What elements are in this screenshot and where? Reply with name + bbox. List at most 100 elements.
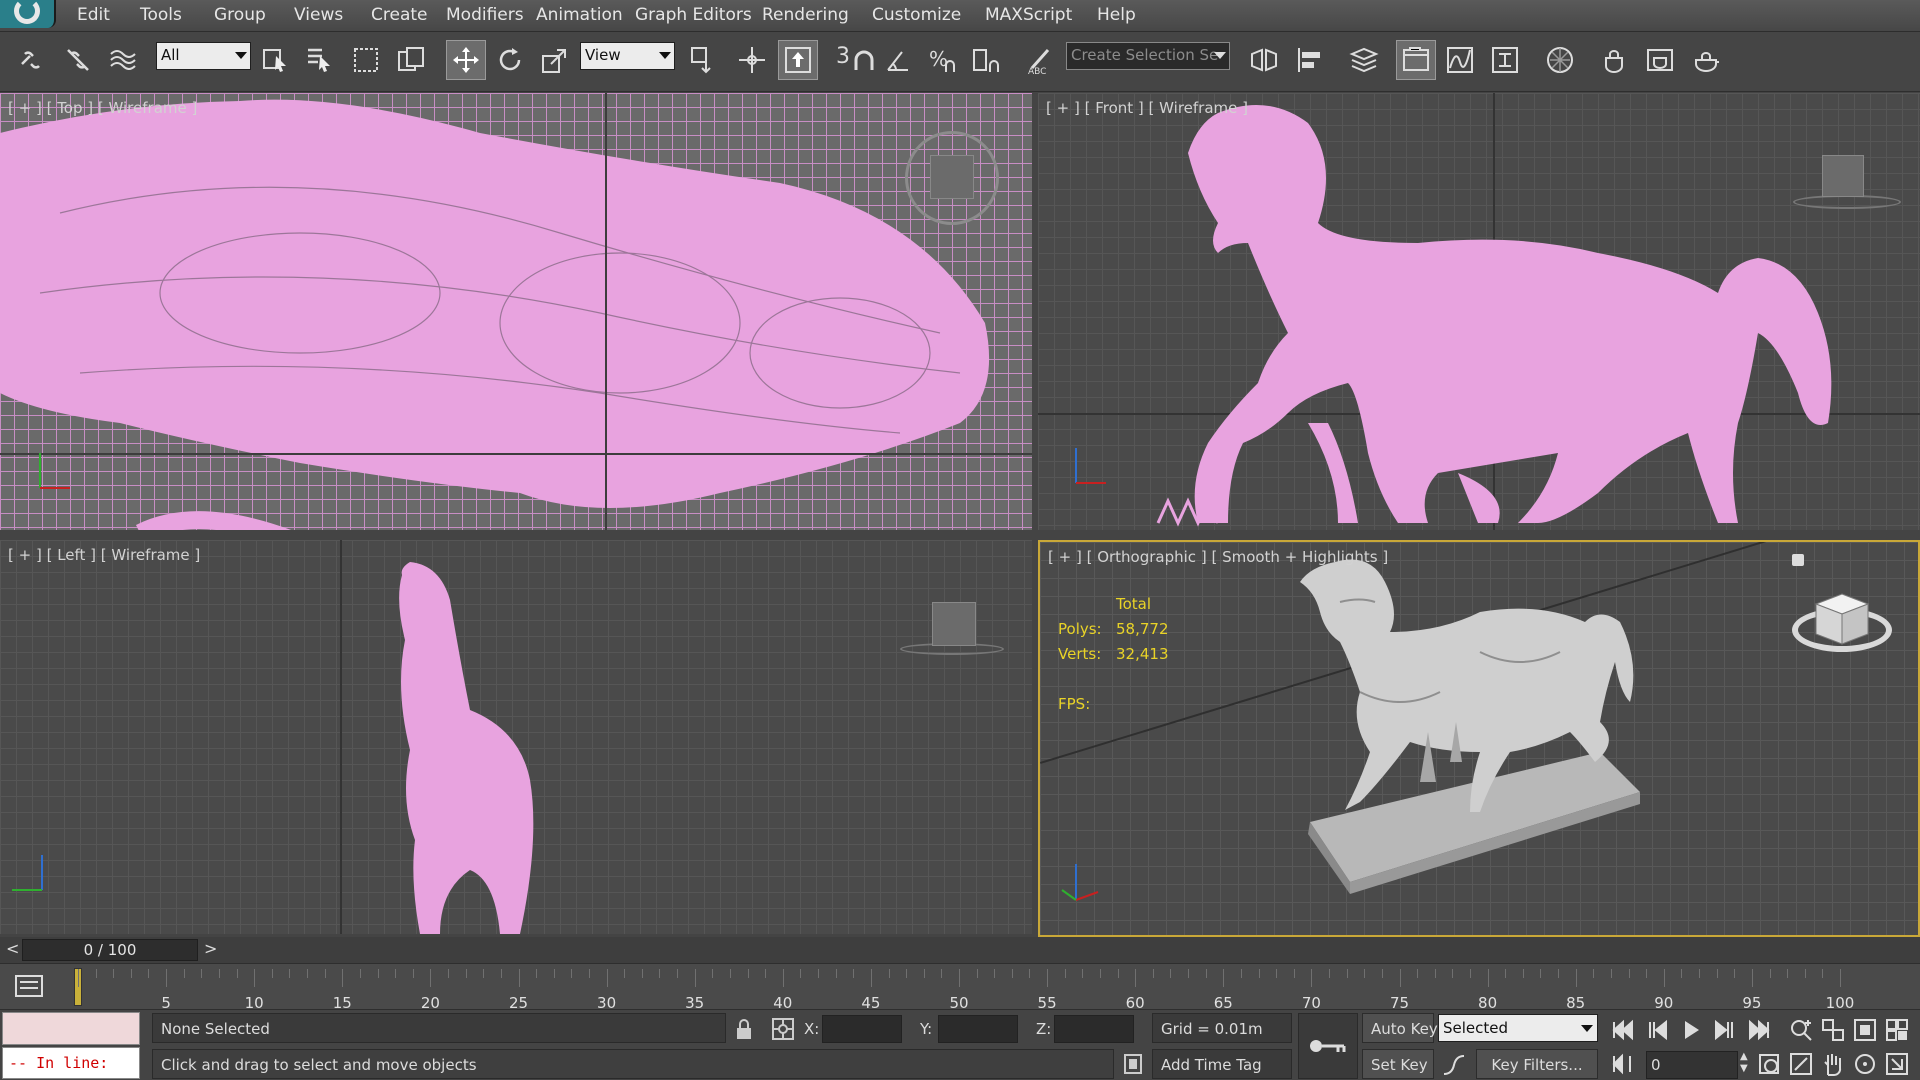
bind-space-warp-icon[interactable] xyxy=(103,40,143,80)
set-key-big-button[interactable] xyxy=(1298,1013,1358,1079)
timeline-tick-mark xyxy=(113,969,115,978)
menu-edit[interactable]: Edit xyxy=(77,5,110,25)
viewcube-front[interactable] xyxy=(1822,155,1864,197)
mini-curve-editor-icon[interactable] xyxy=(12,972,46,1002)
edit-named-selection-icon[interactable]: ABC xyxy=(1020,40,1060,80)
angle-snap-icon[interactable] xyxy=(878,40,918,80)
align-icon[interactable] xyxy=(1290,40,1330,80)
mirror-icon[interactable] xyxy=(1244,40,1284,80)
time-slider-thumb[interactable]: 0 / 100 xyxy=(22,939,198,961)
viewport-left[interactable]: [ + ] [ Left ] [ Wireframe ] xyxy=(0,540,1032,934)
y-coord-input[interactable] xyxy=(938,1015,1018,1043)
menu-rendering[interactable]: Rendering xyxy=(762,5,849,25)
scale-icon[interactable] xyxy=(535,40,575,80)
viewport-top-label[interactable]: [ + ] [ Top ] [ Wireframe ] xyxy=(8,99,197,117)
time-slider-next[interactable]: > xyxy=(204,939,217,958)
rotate-icon[interactable] xyxy=(490,40,530,80)
spinner-snap-icon[interactable] xyxy=(966,40,1006,80)
menu-create[interactable]: Create xyxy=(371,5,428,25)
curve-editor-icon[interactable] xyxy=(1440,40,1480,80)
key-mode-dropdown[interactable]: Selected xyxy=(1438,1014,1598,1042)
viewport-orthographic[interactable]: [ + ] [ Orthographic ] [ Smooth + Highli… xyxy=(1038,540,1920,937)
named-selection-dropdown[interactable]: Create Selection Se xyxy=(1066,42,1230,70)
menu-views[interactable]: Views xyxy=(294,5,343,25)
zoom-extents-icon[interactable] xyxy=(1850,1015,1880,1045)
pan-view-icon[interactable] xyxy=(1818,1049,1848,1079)
rect-region-icon[interactable] xyxy=(346,40,386,80)
track-bar[interactable]: 5 10 15 20 25 30 35 40 45 50 55 60 65 70 75 80 85 90 95 100 xyxy=(0,963,1920,1012)
select-object-icon[interactable] xyxy=(256,40,296,80)
go-to-end-icon[interactable] xyxy=(1744,1015,1774,1045)
window-crossing-icon[interactable] xyxy=(391,40,431,80)
go-to-start-icon[interactable] xyxy=(1608,1015,1638,1045)
menu-help[interactable]: Help xyxy=(1097,5,1136,25)
menu-customize[interactable]: Customize xyxy=(872,5,961,25)
frame-spinner-icon[interactable]: ▲ ▼ xyxy=(1740,1051,1752,1079)
menu-animation[interactable]: Animation xyxy=(536,5,623,25)
material-editor-icon[interactable] xyxy=(1540,40,1580,80)
manipulate-icon[interactable] xyxy=(732,40,772,80)
default-in-out-tangents-icon[interactable] xyxy=(1440,1052,1468,1078)
viewport-top[interactable]: [ + ] [ Top ] [ Wireframe ] xyxy=(0,93,1032,530)
lock-selection-icon[interactable] xyxy=(734,1018,754,1040)
set-key-button[interactable]: Set Key xyxy=(1362,1049,1434,1079)
time-slider[interactable]: < 0 / 100 > xyxy=(0,937,1920,963)
key-filters-button[interactable]: Key Filters... xyxy=(1476,1049,1598,1079)
viewport-front[interactable]: [ + ] [ Front ] [ Wireframe ] xyxy=(1038,93,1920,530)
auto-key-button[interactable]: Auto Key xyxy=(1362,1013,1438,1043)
add-time-tag-button[interactable]: Add Time Tag xyxy=(1152,1049,1292,1079)
zoom-extents-all-icon[interactable] xyxy=(1882,1015,1912,1045)
maxscript-input[interactable]: -- In line: xyxy=(2,1047,140,1079)
viewport-left-label[interactable]: [ + ] [ Left ] [ Wireframe ] xyxy=(8,546,200,564)
move-icon[interactable] xyxy=(446,40,486,80)
play-icon[interactable] xyxy=(1676,1015,1706,1045)
viewcube-orthographic[interactable] xyxy=(1812,592,1872,648)
menu-graph-editors[interactable]: Graph Editors xyxy=(635,5,752,25)
pivot-icon[interactable] xyxy=(682,40,722,80)
rendered-frame-window-icon[interactable] xyxy=(1640,40,1680,80)
z-coord-input[interactable] xyxy=(1054,1015,1134,1043)
viewport-front-label[interactable]: [ + ] [ Front ] [ Wireframe ] xyxy=(1046,99,1248,117)
viewcube-ring[interactable] xyxy=(1793,195,1901,209)
previous-frame-icon[interactable] xyxy=(1642,1015,1672,1045)
zoom-icon[interactable] xyxy=(1786,1015,1816,1045)
zoom-all-icon[interactable] xyxy=(1818,1015,1848,1045)
menu-modifiers[interactable]: Modifiers xyxy=(446,5,524,25)
select-by-name-icon[interactable] xyxy=(300,40,340,80)
viewcube-left[interactable] xyxy=(932,602,976,646)
absolute-mode-icon[interactable] xyxy=(770,1016,796,1042)
x-coord-input[interactable] xyxy=(822,1015,902,1043)
timeline-tick-mark xyxy=(729,969,731,978)
menu-maxscript[interactable]: MAXScript xyxy=(985,5,1072,25)
next-frame-icon[interactable] xyxy=(1710,1015,1740,1045)
percent-snap-icon[interactable]: % xyxy=(922,40,962,80)
timeline-tick-mark xyxy=(1593,969,1595,978)
home-icon[interactable] xyxy=(1792,554,1804,566)
scene-explorer-icon[interactable] xyxy=(1396,40,1436,80)
app-logo-button[interactable] xyxy=(0,0,56,28)
menu-tools[interactable]: Tools xyxy=(140,5,182,25)
unlink-icon[interactable] xyxy=(58,40,98,80)
link-icon[interactable] xyxy=(12,40,52,80)
keyboard-shortcut-icon[interactable] xyxy=(778,40,818,80)
time-tag-icon[interactable] xyxy=(1122,1052,1144,1076)
key-mode-toggle-icon[interactable] xyxy=(1608,1049,1638,1079)
maximize-viewport-icon[interactable] xyxy=(1882,1049,1912,1079)
current-frame-input[interactable]: 0 xyxy=(1646,1051,1738,1079)
layer-explorer-icon[interactable] xyxy=(1344,40,1384,80)
timeline-tick-mark xyxy=(148,969,150,978)
time-slider-prev[interactable]: < xyxy=(6,939,19,958)
render-setup-icon[interactable] xyxy=(1594,40,1634,80)
viewport-ortho-label[interactable]: [ + ] [ Orthographic ] [ Smooth + Highli… xyxy=(1048,548,1388,566)
selection-filter-dropdown[interactable]: All xyxy=(156,42,251,70)
timeline-tick-mark xyxy=(1399,969,1401,987)
reference-coord-dropdown[interactable]: View xyxy=(580,42,675,70)
viewcube-top[interactable] xyxy=(930,155,974,199)
field-of-view-icon[interactable] xyxy=(1786,1049,1816,1079)
maxscript-listener-mini[interactable] xyxy=(2,1012,140,1045)
menu-group[interactable]: Group xyxy=(214,5,266,25)
render-production-icon[interactable] xyxy=(1686,40,1726,80)
orbit-icon[interactable] xyxy=(1850,1049,1880,1079)
schematic-view-icon[interactable] xyxy=(1485,40,1525,80)
time-configuration-icon[interactable] xyxy=(1754,1049,1784,1079)
